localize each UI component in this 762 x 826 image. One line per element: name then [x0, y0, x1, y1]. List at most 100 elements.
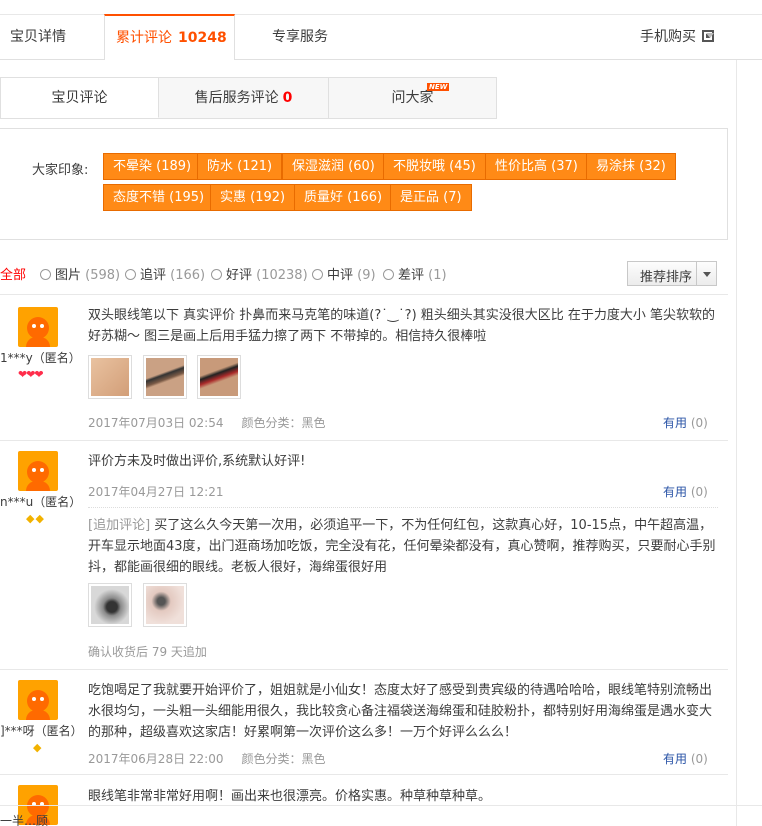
filter-negative[interactable]: 差评 (1) [383, 264, 447, 283]
useful-button[interactable]: 有用 (0) [663, 414, 708, 431]
reviewer-name: ]***呀（匿名） [0, 724, 83, 738]
top-tab-bar: 宝贝详情 累计评论 10248 专享服务 手机购买 [0, 14, 762, 60]
useful-count: (0) [690, 416, 708, 430]
radio-icon[interactable] [383, 269, 394, 280]
filter-label: 追评 [140, 268, 167, 283]
radio-icon[interactable] [312, 269, 323, 280]
mobile-buy-label: 手机购买 [640, 29, 696, 45]
review-photo[interactable] [88, 355, 132, 399]
filter-label: 图片 [55, 268, 82, 283]
review-sku: 颜色分类：黑色 [241, 416, 326, 430]
review-date: 2017年06月28日 22:00 [88, 752, 224, 766]
after-sale-label: 售后服务评论 [194, 90, 279, 106]
filter-append[interactable]: 追评 (166) [125, 264, 205, 283]
review-sub-tabs: 宝贝评论 售后服务评论 0 问大家 NEW [0, 77, 497, 119]
impression-tag[interactable]: 防水 (121) [197, 153, 283, 180]
impression-tag[interactable]: 不晕染 (189) [103, 153, 202, 180]
impression-tag[interactable]: 实惠 (192) [210, 184, 296, 211]
review-filters: 全部 图片 (598) 追评 (166) 好评 (10238) 中评 (9) 差… [0, 260, 728, 286]
review-meta: 2017年06月28日 22:00 颜色分类：黑色 [88, 750, 326, 767]
sort-dropdown[interactable]: 推荐排序 [627, 261, 717, 286]
radio-icon[interactable] [211, 269, 222, 280]
after-sale-count: 0 [282, 90, 293, 106]
tab-reviews[interactable]: 累计评论 10248 [104, 14, 235, 60]
filter-label: 好评 [226, 268, 253, 283]
useful-label: 有用 [663, 485, 688, 499]
useful-label: 有用 [663, 752, 688, 766]
review-item: ]***呀（匿名） ◆ 吃饱喝足了我就要开始评价了，姐姐就是小仙女！态度太好了感… [0, 670, 728, 774]
review-sku: 颜色分类：黑色 [241, 752, 326, 766]
heart-icon: ❤❤❤ [18, 368, 44, 381]
tab-after-sale-reviews[interactable]: 售后服务评论 0 [159, 78, 329, 118]
tab-item-reviews[interactable]: 宝贝评论 [1, 78, 159, 118]
divider [0, 805, 762, 806]
review-content: 眼线笔非常非常好用啊！画出来也很漂亮。价格实惠。种草种草种草。 [88, 789, 492, 804]
impression-tag[interactable]: 性价比高 (37) [485, 153, 588, 180]
useful-count: (0) [690, 485, 708, 499]
review-date: 2017年07月03日 02:54 [88, 416, 224, 430]
impression-tag[interactable]: 不脱妆哦 (45) [383, 153, 486, 180]
ask-label: 问大家 [391, 90, 434, 106]
filter-label: 中评 [327, 268, 354, 283]
filter-images[interactable]: 图片 (598) [40, 264, 120, 283]
tab-reviews-count: 10248 [178, 30, 227, 46]
diamond-icon: ◆ [33, 741, 43, 754]
tab-exclusive-service[interactable]: 专享服务 [272, 15, 328, 60]
diamond-icon: ◆◆ [26, 512, 45, 525]
append-tag: [追加评论] [88, 518, 151, 533]
impression-tag[interactable]: 易涂抹 (32) [586, 153, 676, 180]
useful-count: (0) [690, 752, 708, 766]
useful-button[interactable]: 有用 (0) [663, 483, 708, 500]
mobile-buy-button[interactable]: 手机购买 [640, 15, 714, 59]
reviewer-name: 1***y（匿名） [0, 351, 81, 365]
append-review: [追加评论] 买了这么久今天第一次用，必须追平一下，不为任何红包，这款真心好，1… [88, 515, 718, 578]
new-badge: NEW [427, 83, 450, 91]
review-date: 2017年04月27日 12:21 [88, 485, 224, 499]
filter-positive[interactable]: 好评 (10238) [211, 264, 308, 283]
chevron-down-icon[interactable] [706, 33, 714, 38]
radio-icon[interactable] [40, 269, 51, 280]
filter-label: 差评 [398, 268, 425, 283]
chevron-down-icon[interactable] [703, 272, 711, 277]
filter-all[interactable]: 全部 [0, 264, 26, 283]
impression-tag[interactable]: 是正品 (7) [390, 184, 472, 211]
impression-tag[interactable]: 保湿滋润 (60) [282, 153, 385, 180]
useful-label: 有用 [663, 416, 688, 430]
filter-count: (9) [357, 268, 376, 283]
review-photo[interactable] [143, 583, 187, 627]
tab-reviews-label: 累计评论 [116, 30, 172, 46]
review-meta: 2017年04月27日 12:21 [88, 483, 223, 500]
review-photo[interactable] [143, 355, 187, 399]
review-photo[interactable] [197, 355, 241, 399]
impressions-label: 大家印象: [32, 163, 89, 178]
impression-tag[interactable]: 质量好 (166) [294, 184, 393, 211]
radio-icon[interactable] [125, 269, 136, 280]
review-content: 吃饱喝足了我就要开始评价了，姐姐就是小仙女！态度太好了感受到贵宾级的待遇哈哈哈，… [88, 683, 713, 740]
impressions-panel: 大家印象: 不晕染 (189) 防水 (121) 保湿滋润 (60) 不脱妆哦 … [0, 128, 728, 240]
tab-ask-everyone[interactable]: 问大家 NEW [329, 78, 496, 118]
useful-button[interactable]: 有用 (0) [663, 750, 708, 767]
avatar [18, 451, 58, 491]
review-item: 1***y（匿名） ❤❤❤ 双头眼线笔以下 真实评价 扑鼻而来马克笔的味道(?˙… [0, 295, 728, 440]
append-content: 买了这么久今天第一次用，必须追平一下，不为任何红包，这款真心好，10-15点，中… [88, 518, 716, 575]
filter-count: (598) [85, 268, 121, 283]
review-item: n***u（匿名） ◆◆ 评价方未及时做出评价,系统默认好评! 2017年04月… [0, 441, 728, 669]
review-photo[interactable] [88, 583, 132, 627]
sort-label: 推荐排序 [640, 270, 693, 285]
bottom-partial-text: 一半…顾 [0, 814, 49, 826]
avatar [18, 307, 58, 347]
append-divider [88, 507, 718, 508]
reviewer-name: n***u（匿名） [0, 495, 82, 509]
review-content: 评价方未及时做出评价,系统默认好评! [88, 454, 306, 469]
avatar [18, 680, 58, 720]
filter-count: (10238) [256, 268, 308, 283]
filter-count: (1) [428, 268, 447, 283]
sort-separator [696, 262, 697, 285]
review-content: 双头眼线笔以下 真实评价 扑鼻而来马克笔的味道(?˙‿˙?) 粗头细头其实没很大… [88, 308, 716, 344]
review-meta: 2017年07月03日 02:54 颜色分类：黑色 [88, 414, 326, 431]
impression-tag[interactable]: 态度不错 (195) [103, 184, 215, 211]
filter-all-label: 全部 [0, 268, 27, 283]
tab-item-details[interactable]: 宝贝详情 [10, 15, 66, 60]
filter-neutral[interactable]: 中评 (9) [312, 264, 376, 283]
right-border [736, 60, 737, 826]
